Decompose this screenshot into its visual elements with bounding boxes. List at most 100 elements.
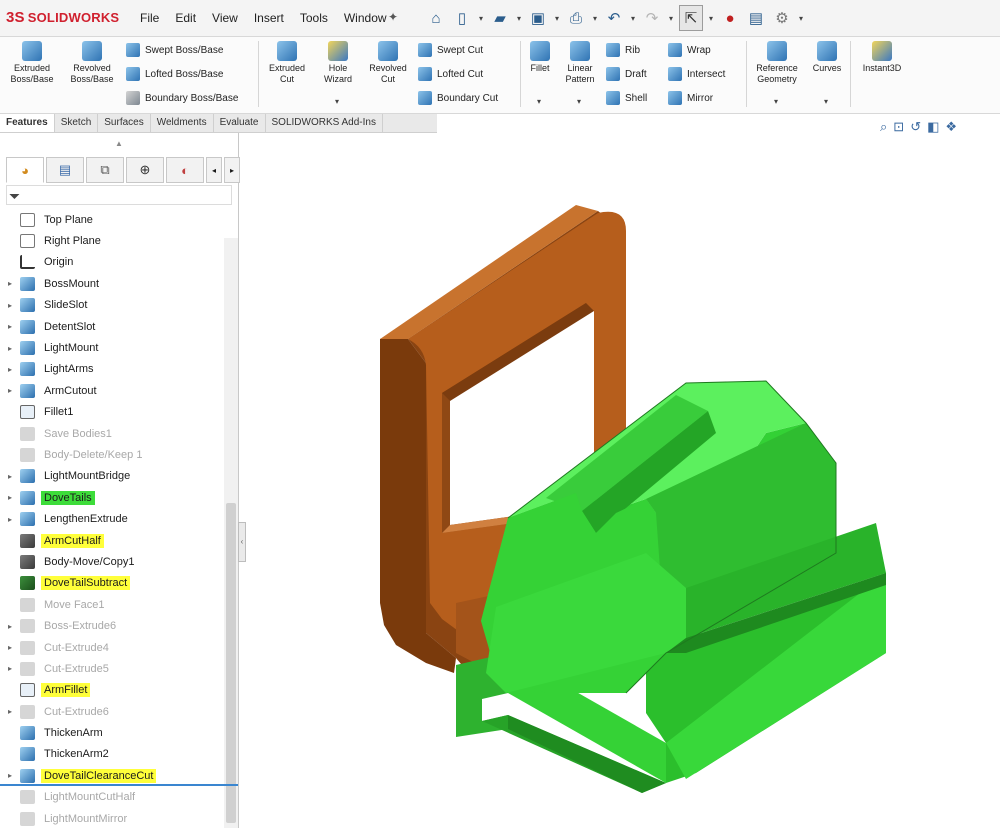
menu-insert[interactable]: Insert bbox=[246, 11, 292, 25]
panel-splitter-handle[interactable]: ‹ bbox=[238, 522, 246, 562]
tree-item-fillet1[interactable]: Fillet1 bbox=[0, 402, 224, 423]
tree-item-lengthenextrude[interactable]: ▸ LengthenExtrude bbox=[0, 508, 224, 529]
menu-window[interactable]: Window bbox=[336, 11, 395, 25]
print-dropdown-icon[interactable]: ▾ bbox=[591, 14, 599, 23]
curves-button[interactable]: Curves bbox=[808, 41, 846, 74]
tree-item-body-delete-keep1[interactable]: Body-Delete/Keep 1 bbox=[0, 444, 224, 465]
new-document-icon[interactable]: ▯ bbox=[451, 6, 473, 30]
select-dropdown-icon[interactable]: ▾ bbox=[707, 14, 715, 23]
linear-pattern-button[interactable]: Linear Pattern bbox=[560, 41, 600, 85]
rollback-bar[interactable] bbox=[0, 784, 238, 786]
tree-item-body-move-copy1[interactable]: Body-Move/Copy1 bbox=[0, 551, 224, 572]
property-manager-tab-icon[interactable]: ▤ bbox=[46, 157, 84, 183]
options-icon[interactable]: ⚙ bbox=[771, 6, 793, 30]
expand-arrow-icon[interactable]: ▸ bbox=[0, 771, 20, 780]
rebuild-icon[interactable]: ● bbox=[719, 6, 741, 30]
draft-button[interactable]: Draft bbox=[606, 67, 647, 81]
tree-item-dovetails[interactable]: ▸ DoveTails bbox=[0, 487, 224, 508]
revolved-cut-button[interactable]: Revolved Cut bbox=[364, 41, 412, 85]
tab-sketch[interactable]: Sketch bbox=[55, 114, 99, 132]
menu-view[interactable]: View bbox=[204, 11, 246, 25]
tree-item-lightmountbridge[interactable]: ▸ LightMountBridge bbox=[0, 466, 224, 487]
expand-arrow-icon[interactable]: ▸ bbox=[0, 322, 20, 331]
tree-item-thickenarm[interactable]: ThickenArm bbox=[0, 722, 224, 743]
linear-pattern-dropdown-icon[interactable]: ▾ bbox=[577, 97, 581, 106]
tree-item-detentslot[interactable]: ▸ DetentSlot bbox=[0, 316, 224, 337]
tree-item-lightmountcuthalf[interactable]: LightMountCutHalf bbox=[0, 787, 224, 808]
redo-icon[interactable]: ↷ bbox=[641, 6, 663, 30]
menu-edit[interactable]: Edit bbox=[167, 11, 204, 25]
open-icon[interactable]: ▰ bbox=[489, 6, 511, 30]
save-dropdown-icon[interactable]: ▾ bbox=[553, 14, 561, 23]
tree-item-cut-extrude5[interactable]: ▸ Cut-Extrude5 bbox=[0, 658, 224, 679]
expand-arrow-icon[interactable]: ▸ bbox=[0, 493, 20, 502]
expand-arrow-icon[interactable]: ▸ bbox=[0, 365, 20, 374]
tree-item-bossmount[interactable]: ▸ BossMount bbox=[0, 273, 224, 294]
tree-item-boss-extrude6[interactable]: ▸ Boss-Extrude6 bbox=[0, 615, 224, 636]
rib-button[interactable]: Rib bbox=[606, 43, 640, 57]
tree-item-slideslot[interactable]: ▸ SlideSlot bbox=[0, 295, 224, 316]
revolved-boss-button[interactable]: Revolved Boss/Base bbox=[64, 41, 120, 85]
expand-arrow-icon[interactable]: ▸ bbox=[0, 472, 20, 481]
hole-wizard-button[interactable]: Hole Wizard bbox=[314, 41, 362, 85]
boundary-boss-button[interactable]: Boundary Boss/Base bbox=[126, 91, 238, 105]
mirror-button[interactable]: Mirror bbox=[668, 91, 713, 105]
reference-geometry-dropdown-icon[interactable]: ▾ bbox=[774, 97, 778, 106]
pin-icon[interactable]: ✦ bbox=[388, 10, 398, 24]
print-icon[interactable]: ⎙ bbox=[565, 6, 587, 30]
dimxpert-manager-tab-icon[interactable]: ⊕ bbox=[126, 157, 164, 183]
hole-wizard-dropdown-icon[interactable]: ▾ bbox=[335, 97, 339, 106]
lofted-cut-button[interactable]: Lofted Cut bbox=[418, 67, 483, 81]
expand-arrow-icon[interactable]: ▸ bbox=[0, 301, 20, 310]
menu-file[interactable]: File bbox=[132, 11, 167, 25]
save-icon[interactable]: ▣ bbox=[527, 6, 549, 30]
tree-item-dovetailsubtract[interactable]: DoveTailSubtract bbox=[0, 573, 224, 594]
tab-surfaces[interactable]: Surfaces bbox=[98, 114, 151, 132]
instant3d-button[interactable]: Instant3D bbox=[854, 41, 910, 74]
tree-item-armfillet[interactable]: ArmFillet bbox=[0, 680, 224, 701]
swept-cut-button[interactable]: Swept Cut bbox=[418, 43, 483, 57]
home-icon[interactable]: ⌂ bbox=[425, 6, 447, 30]
feature-tree-filter[interactable]: ⏷ bbox=[6, 185, 232, 205]
expand-arrow-icon[interactable]: ▸ bbox=[0, 622, 20, 631]
intersect-button[interactable]: Intersect bbox=[668, 67, 725, 81]
options-dropdown-icon[interactable]: ▾ bbox=[797, 14, 805, 23]
tree-item-cut-extrude6[interactable]: ▸ Cut-Extrude6 bbox=[0, 701, 224, 722]
lofted-boss-button[interactable]: Lofted Boss/Base bbox=[126, 67, 223, 81]
expand-arrow-icon[interactable]: ▸ bbox=[0, 344, 20, 353]
extruded-cut-button[interactable]: Extruded Cut bbox=[262, 41, 312, 85]
expand-arrow-icon[interactable]: ▸ bbox=[0, 279, 20, 288]
file-properties-icon[interactable]: ▤ bbox=[745, 6, 767, 30]
configuration-manager-tab-icon[interactable]: ⧉ bbox=[86, 157, 124, 183]
tree-item-top-plane[interactable]: Top Plane bbox=[0, 209, 224, 230]
boundary-cut-button[interactable]: Boundary Cut bbox=[418, 91, 498, 105]
tree-item-thickenarm2[interactable]: ThickenArm2 bbox=[0, 744, 224, 765]
undo-icon[interactable]: ↶ bbox=[603, 6, 625, 30]
redo-dropdown-icon[interactable]: ▾ bbox=[667, 14, 675, 23]
tree-item-save-bodies1[interactable]: Save Bodies1 bbox=[0, 423, 224, 444]
expand-arrow-icon[interactable]: ▸ bbox=[0, 664, 20, 673]
tab-weldments[interactable]: Weldments bbox=[151, 114, 214, 132]
extruded-boss-button[interactable]: Extruded Boss/Base bbox=[4, 41, 60, 85]
tree-item-lightmount[interactable]: ▸ LightMount bbox=[0, 337, 224, 358]
shell-button[interactable]: Shell bbox=[606, 91, 647, 105]
graphics-area[interactable] bbox=[246, 133, 1000, 828]
panel-tabs-right-arrow-icon[interactable]: ▸ bbox=[224, 157, 240, 183]
swept-boss-button[interactable]: Swept Boss/Base bbox=[126, 43, 223, 57]
tree-item-origin[interactable]: Origin bbox=[0, 252, 224, 273]
expand-arrow-icon[interactable]: ▸ bbox=[0, 707, 20, 716]
tree-item-armcuthalf[interactable]: ArmCutHalf bbox=[0, 530, 224, 551]
tab-features[interactable]: Features bbox=[0, 114, 55, 132]
fillet-button[interactable]: Fillet bbox=[524, 41, 556, 74]
solidworks-logo[interactable]: 3S SOLIDWORKS bbox=[6, 9, 119, 26]
select-icon[interactable]: ⇱ bbox=[679, 5, 703, 31]
tree-item-lightmountmirror[interactable]: LightMountMirror bbox=[0, 808, 224, 829]
curves-dropdown-icon[interactable]: ▾ bbox=[824, 97, 828, 106]
tree-item-right-plane[interactable]: Right Plane bbox=[0, 230, 224, 251]
panel-collapse-handle[interactable]: ▲ bbox=[0, 139, 238, 149]
reference-geometry-button[interactable]: Reference Geometry bbox=[750, 41, 804, 85]
wrap-button[interactable]: Wrap bbox=[668, 43, 711, 57]
panel-tabs-left-arrow-icon[interactable]: ◂ bbox=[206, 157, 222, 183]
tree-item-move-face1[interactable]: Move Face1 bbox=[0, 594, 224, 615]
expand-arrow-icon[interactable]: ▸ bbox=[0, 386, 20, 395]
